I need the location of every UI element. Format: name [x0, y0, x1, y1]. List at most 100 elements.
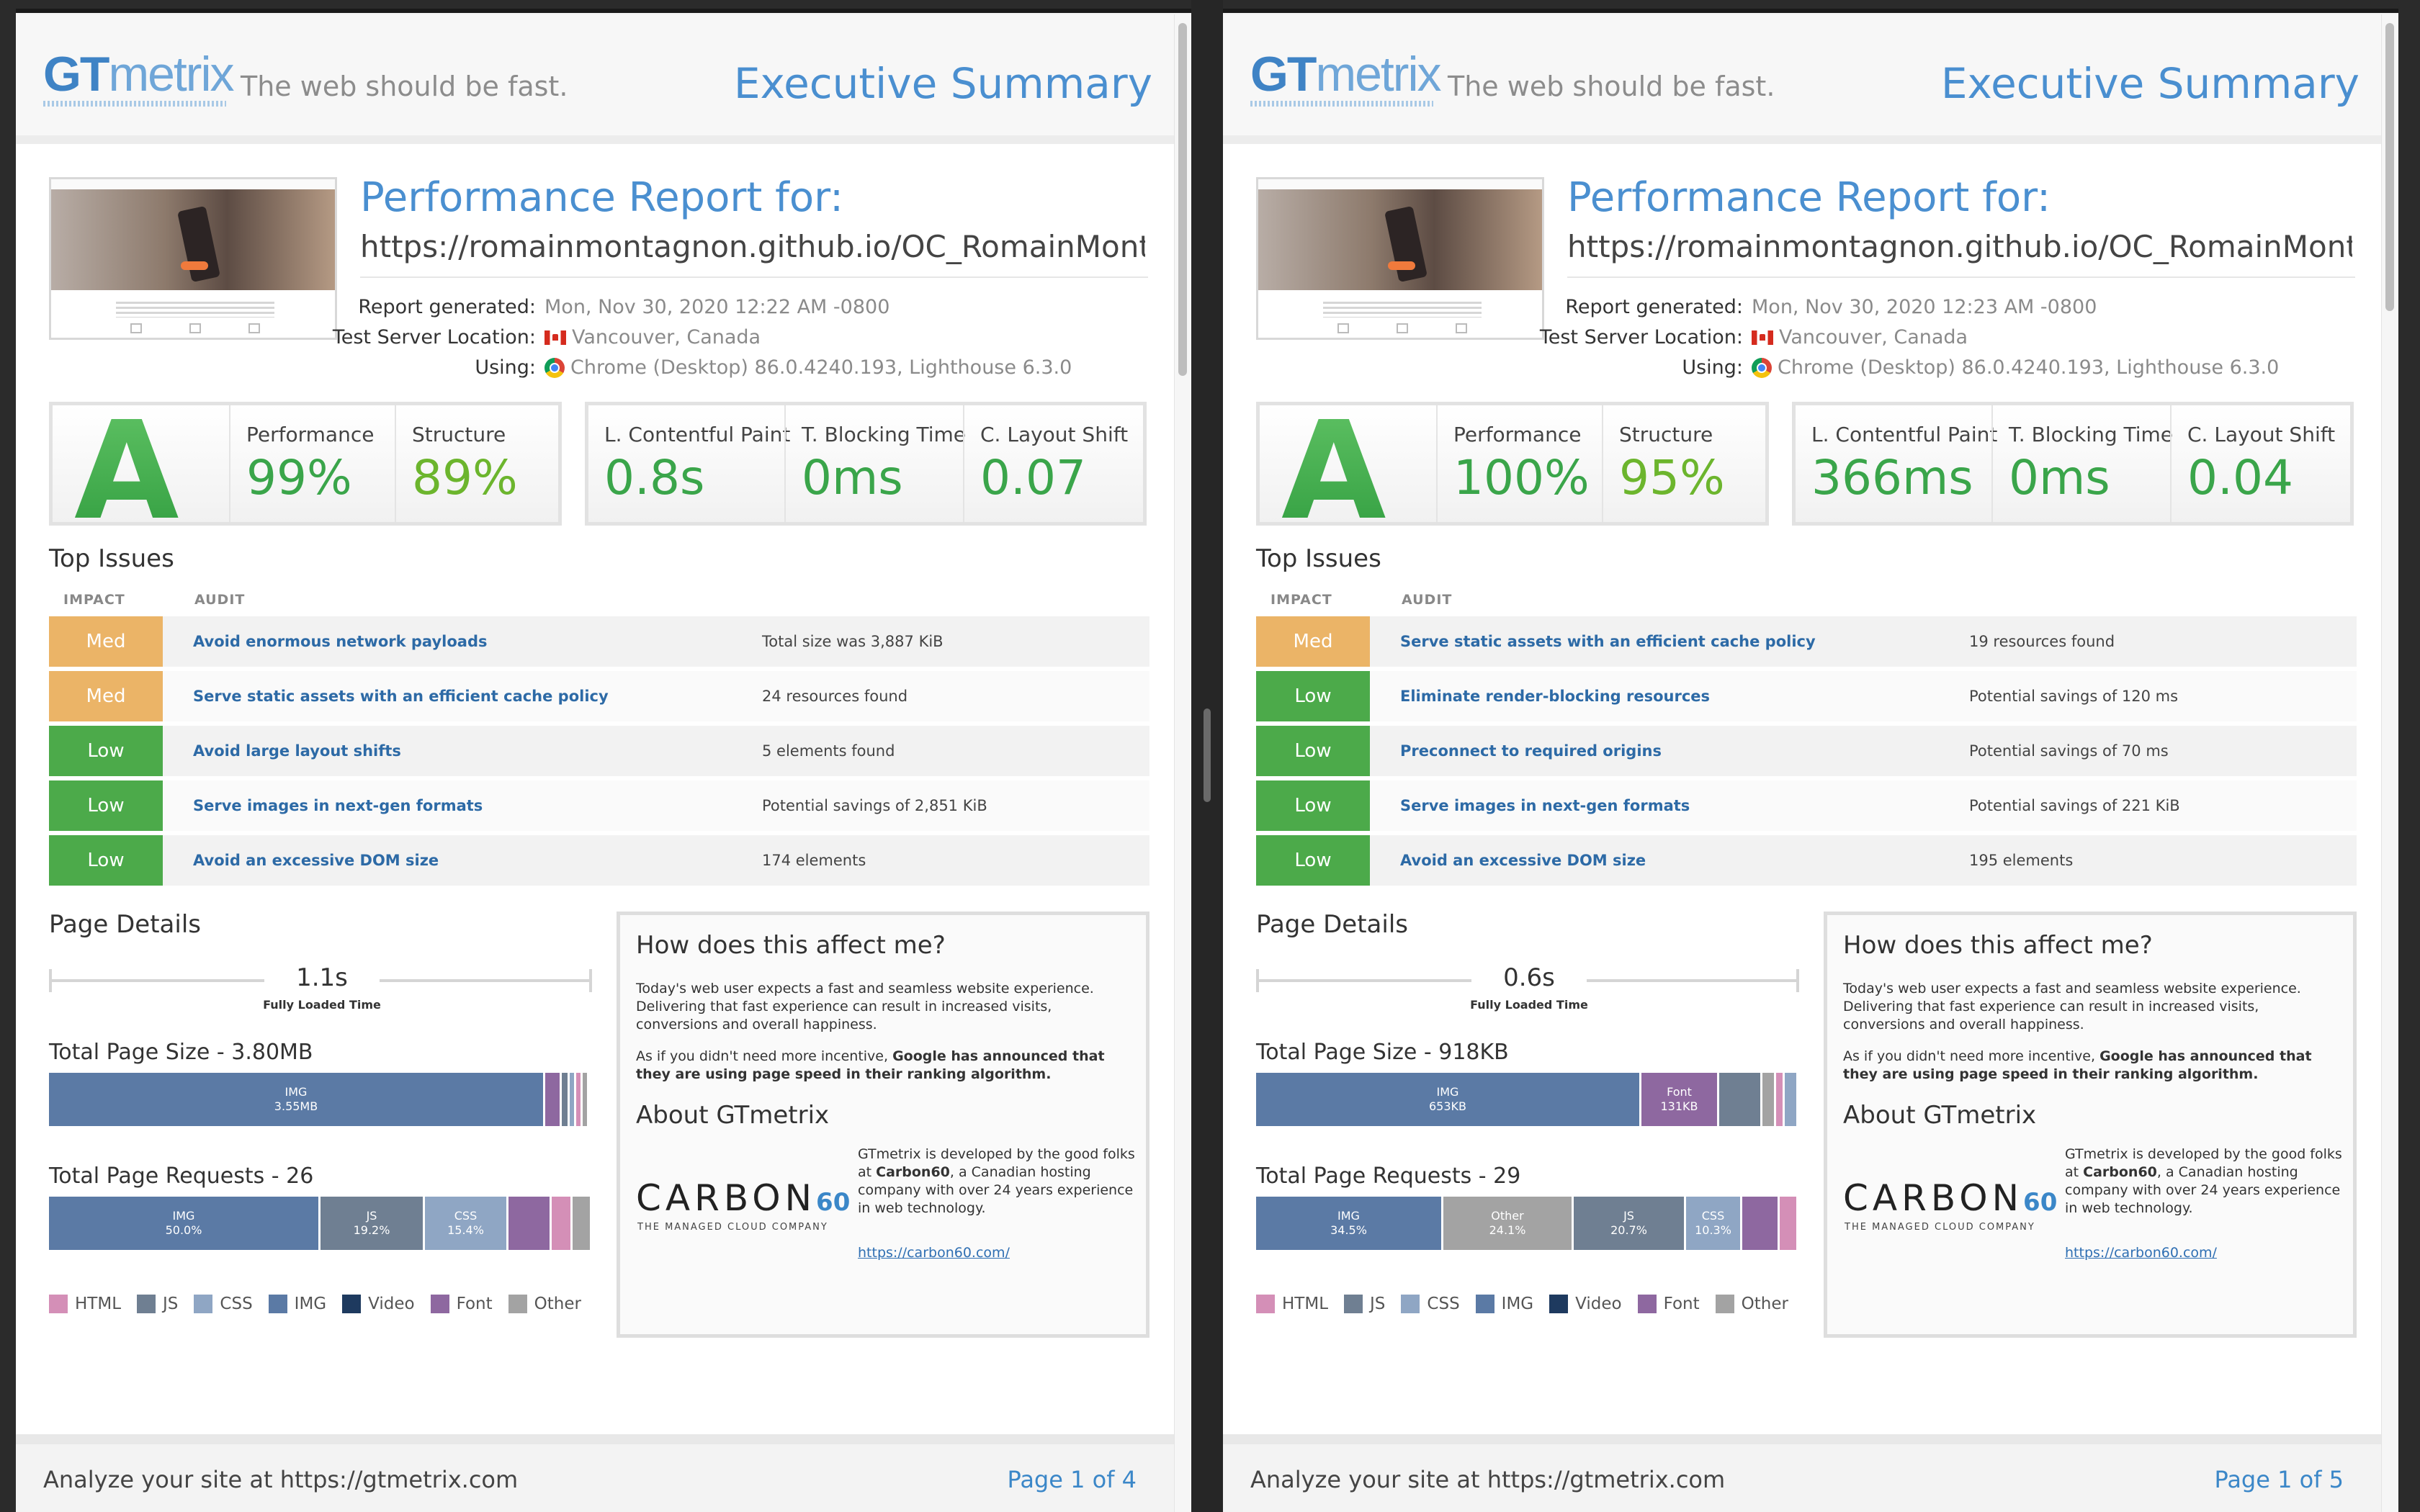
legend-item-video: Video [342, 1295, 415, 1313]
bar-segment-img[interactable]: IMG 50.0% [49, 1197, 318, 1250]
issue-row: Low Preconnect to required origins Potenti… [1256, 726, 2357, 776]
total-requests-title: Total Page Requests - 26 [49, 1164, 314, 1189]
structure-score: Structure 89% [395, 405, 560, 522]
divider [1567, 276, 2355, 278]
audit-link[interactable]: Serve static assets with an efficient ca… [1400, 616, 1816, 667]
audit-link[interactable]: Avoid an excessive DOM size [1400, 835, 1646, 886]
bar-segment-font[interactable] [508, 1197, 550, 1250]
bar-segment-css[interactable] [1785, 1073, 1796, 1126]
audit-detail: 24 resources found [762, 688, 908, 705]
carbon60-logo: CARBON60 [636, 1177, 851, 1219]
vertical-scrollbar[interactable] [2381, 14, 2398, 1512]
bar-segment-css[interactable]: CSS 15.4% [425, 1197, 506, 1250]
carbon60-link[interactable]: https://carbon60.com/ [858, 1245, 1010, 1261]
audit-detail: 195 elements [1969, 852, 2074, 869]
divider [360, 276, 1148, 278]
audit-link[interactable]: Preconnect to required origins [1400, 726, 1662, 776]
fully-loaded-label: Fully Loaded Time [1470, 998, 1588, 1012]
segment-value: 19.2% [353, 1223, 390, 1237]
info-panel: How does this affect me? Today's web use… [1824, 912, 2357, 1338]
bar-segment-html[interactable] [1780, 1197, 1796, 1250]
using-value: Chrome (Desktop) 86.0.4240.193, Lighthou… [1778, 356, 2280, 379]
bar-segment-font[interactable]: Font 131KB [1641, 1073, 1717, 1126]
audit-column-header: AUDIT [1402, 592, 1453, 608]
segment-value: 10.3% [1695, 1223, 1731, 1237]
vertical-scrollbar[interactable] [1174, 14, 1191, 1512]
bar-segment-css[interactable]: CSS 10.3% [1686, 1197, 1740, 1250]
chart-legend: HTML JS CSS IMG Video Font Other [1256, 1295, 1804, 1313]
bar-segment-js[interactable]: JS 19.2% [321, 1197, 423, 1250]
chart-legend: HTML JS CSS IMG Video Font Other [49, 1295, 597, 1313]
bar-segment-html[interactable] [552, 1197, 570, 1250]
legend-item-other: Other [1715, 1295, 1788, 1313]
bar-segment-other[interactable] [573, 1197, 590, 1250]
bar-segment-img[interactable]: IMG 34.5% [1256, 1197, 1441, 1250]
chrome-icon [1752, 358, 1772, 378]
segment-label: JS [1623, 1209, 1634, 1223]
impact-badge: Low [1256, 780, 1370, 831]
impact-badge: Low [1256, 671, 1370, 721]
legend-swatch [1475, 1295, 1494, 1313]
bar-segment-html[interactable] [1776, 1073, 1783, 1126]
audit-link[interactable]: Avoid enormous network payloads [193, 616, 487, 667]
legend-swatch [137, 1295, 156, 1313]
legend-label: JS [163, 1295, 179, 1313]
page-size-bar: IMG 653KB Font 131KB [1256, 1073, 1801, 1126]
impact-badge: Low [49, 835, 163, 886]
report-header: GTmetrix The web should be fast. Executi… [1223, 14, 2381, 144]
legend-label: JS [1370, 1295, 1386, 1313]
top-issues-title: Top Issues [49, 544, 174, 573]
audit-link[interactable]: Serve images in next-gen formats [193, 780, 483, 831]
bar-segment-js[interactable] [562, 1073, 568, 1126]
scrollbar-thumb[interactable] [1178, 23, 1187, 376]
gtmetrix-logo: GTmetrix [43, 47, 235, 102]
legend-label: IMG [1501, 1295, 1534, 1313]
audit-link[interactable]: Avoid an excessive DOM size [193, 835, 439, 886]
pane-splitter[interactable] [1191, 0, 1223, 1512]
bar-segment-css[interactable] [570, 1073, 574, 1126]
bar-segment-other[interactable]: Other 24.1% [1443, 1197, 1572, 1250]
scrollbar-thumb[interactable] [2385, 23, 2394, 311]
bar-segment-img[interactable]: IMG 3.55MB [49, 1073, 543, 1126]
web-vitals-box: L. Contentful Paint 0.8s T. Blocking Tim… [585, 402, 1147, 526]
audit-link[interactable]: Serve images in next-gen formats [1400, 780, 1690, 831]
audit-link[interactable]: Eliminate render-blocking resources [1400, 671, 1710, 721]
legend-item-html: HTML [49, 1295, 121, 1313]
bar-segment-js[interactable] [1719, 1073, 1760, 1126]
audit-link[interactable]: Avoid large layout shifts [193, 726, 401, 776]
executive-summary-title: Executive Summary [1940, 59, 2360, 108]
report-pane-right: GTmetrix The web should be fast. Executi… [1223, 9, 2398, 1512]
segment-value: 20.7% [1610, 1223, 1647, 1237]
test-server-label: Test Server Location: [332, 326, 536, 348]
report-url[interactable]: https://romainmontagnon.github.io/OC_Rom… [1567, 229, 2352, 264]
bar-segment-html[interactable] [576, 1073, 581, 1126]
page-size-bar: IMG 3.55MB [49, 1073, 593, 1126]
bar-segment-other[interactable] [1762, 1073, 1774, 1126]
report-generated-value: Mon, Nov 30, 2020 12:23 AM -0800 [1752, 296, 2097, 318]
legend-label: Font [456, 1295, 493, 1313]
pane-top-border [1223, 9, 2398, 13]
report-meta: Report generated: Mon, Nov 30, 2020 12:22… [333, 292, 1152, 383]
bar-segment-other[interactable] [583, 1073, 587, 1126]
bar-segment-font[interactable] [545, 1073, 560, 1126]
legend-item-js: JS [1344, 1295, 1385, 1313]
report-url[interactable]: https://romainmontagnon.github.io/OC_Rom… [360, 229, 1145, 264]
audit-link[interactable]: Serve static assets with an efficient ca… [193, 671, 609, 721]
carbon60-link[interactable]: https://carbon60.com/ [2065, 1245, 2217, 1261]
legend-swatch [1256, 1295, 1275, 1313]
page-requests-bar: IMG 34.5% Other 24.1% JS 20.7% CSS 10.3% [1256, 1197, 1801, 1250]
bar-segment-js[interactable]: JS 20.7% [1574, 1197, 1684, 1250]
legend-label: CSS [220, 1295, 253, 1313]
bar-segment-img[interactable]: IMG 653KB [1256, 1073, 1639, 1126]
legend-item-font: Font [1637, 1295, 1700, 1313]
legend-swatch [268, 1295, 287, 1313]
segment-value: 24.1% [1489, 1223, 1526, 1237]
google-paragraph: As if you didn't need more incentive, Go… [636, 1048, 1105, 1082]
audit-detail: Potential savings of 221 KiB [1969, 797, 2180, 814]
bar-segment-font[interactable] [1742, 1197, 1778, 1250]
about-paragraph: GTmetrix is developed by the good folks … [2065, 1146, 2342, 1216]
report-pane-left: GTmetrix The web should be fast. Executi… [16, 9, 1191, 1512]
splitter-grip[interactable] [1204, 708, 1211, 802]
report-footer: Analyze your site at https://gtmetrix.co… [16, 1434, 1174, 1512]
legend-item-img: IMG [1475, 1295, 1534, 1313]
